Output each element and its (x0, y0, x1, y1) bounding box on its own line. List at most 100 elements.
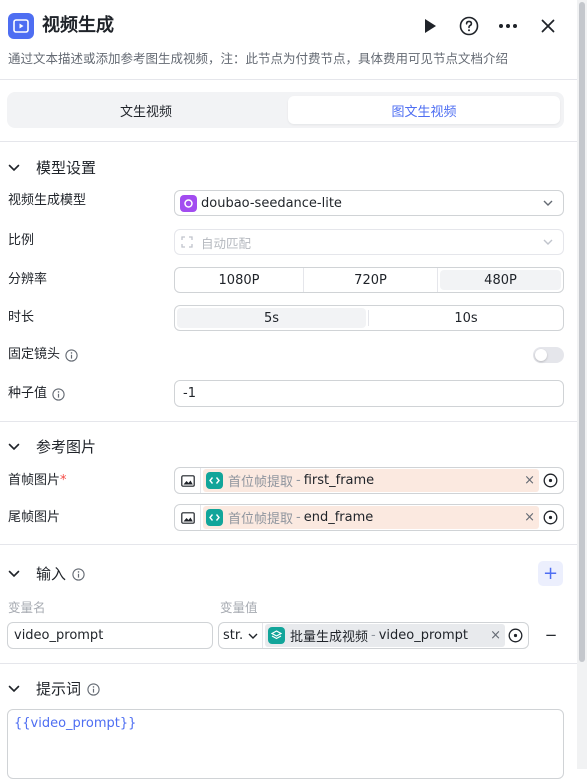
node-title: 视频生成 (42, 15, 114, 36)
fixed-camera-row: 固定镜头 (8, 346, 78, 364)
remove-variable-button[interactable]: × (490, 628, 501, 643)
required-mark: * (60, 473, 67, 488)
info-icon[interactable] (87, 682, 100, 696)
first-frame-label: 首帧图片 (8, 473, 61, 488)
chip-variable: first_frame (303, 473, 375, 488)
tab-image-text-to-video[interactable]: 图文生视频 (288, 96, 560, 124)
info-icon[interactable] (65, 348, 78, 362)
model-brand-icon (180, 194, 197, 212)
seed-row: 种子值 (8, 385, 65, 403)
ratio-select[interactable]: 自动匹配 (174, 229, 564, 255)
model-label: 视频生成模型 (8, 193, 87, 208)
resolution-option-720p[interactable]: 720P (304, 268, 438, 292)
duration-label: 时长 (8, 310, 35, 325)
type-value: str. (223, 628, 244, 643)
info-icon[interactable] (72, 567, 85, 581)
section-title: 输入 (36, 565, 67, 583)
duration-segmented: 5s 10s (174, 305, 564, 331)
help-button[interactable] (455, 12, 483, 40)
model-select[interactable]: doubao-seedance-lite (174, 190, 564, 216)
prompt-value: {{video_prompt}} (14, 716, 137, 731)
seed-label: 种子值 (8, 386, 48, 401)
ratio-value: 自动匹配 (201, 235, 252, 251)
variable-chip[interactable]: 首位帧提取 - first_frame × (203, 469, 539, 492)
chevron-down-icon (8, 443, 22, 451)
mode-tabs: 文生视频 图文生视频 (7, 92, 564, 128)
chip-variable: video_prompt (378, 628, 469, 643)
code-icon (206, 509, 223, 526)
chip-source: 批量生成视频 (290, 630, 369, 645)
chip-separator: - (371, 628, 376, 643)
section-title: 参考图片 (36, 438, 97, 456)
variable-chip[interactable]: 批量生成视频 - video_prompt × (265, 624, 505, 647)
seed-input[interactable]: -1 (174, 380, 564, 407)
divider (0, 79, 587, 80)
more-icon (499, 24, 517, 28)
layers-icon (268, 627, 285, 644)
chevron-down-icon (543, 239, 553, 245)
chevron-down-icon (8, 570, 22, 578)
delete-input-button[interactable]: − (542, 624, 560, 646)
divider (0, 421, 587, 422)
chevron-down-icon (8, 164, 22, 172)
column-header-value: 变量值 (220, 600, 258, 615)
image-icon (175, 468, 201, 493)
node-description: 通过文本描述或添加参考图生成视频，注：此节点为付费节点，具体费用可见节点文档介绍 (8, 51, 509, 66)
divider (0, 663, 587, 664)
run-button[interactable] (416, 12, 444, 40)
close-icon (541, 19, 555, 33)
last-frame-label: 尾帧图片 (8, 510, 61, 525)
variable-chip[interactable]: 首位帧提取 - end_frame × (203, 506, 539, 529)
ratio-label: 比例 (8, 233, 35, 248)
video-node-icon (8, 13, 34, 39)
first-frame-input[interactable]: 首位帧提取 - first_frame × (174, 467, 564, 494)
toggle-knob (535, 349, 547, 361)
reference-images-header[interactable]: 参考图片 (8, 437, 96, 457)
remove-variable-button[interactable]: × (524, 510, 535, 525)
chevron-down-icon (8, 685, 22, 693)
fixed-camera-toggle[interactable] (533, 347, 564, 363)
more-button[interactable] (494, 12, 522, 40)
fixed-camera-label: 固定镜头 (8, 347, 61, 362)
resolution-option-480p[interactable]: 480P (440, 270, 561, 290)
model-value: doubao-seedance-lite (201, 195, 342, 211)
chip-source: 首位帧提取 (228, 475, 294, 490)
add-input-button[interactable]: + (538, 561, 563, 586)
chip-separator: - (296, 510, 301, 525)
remove-variable-button[interactable]: × (524, 473, 535, 488)
variable-value-input[interactable]: str. 批量生成视频 - video_prompt × (218, 622, 529, 649)
section-title: 提示词 (36, 680, 82, 698)
chip-separator: - (296, 473, 301, 488)
image-icon (175, 505, 201, 530)
divider (0, 544, 587, 545)
duration-option-10s[interactable]: 10s (369, 306, 563, 330)
help-icon (459, 16, 479, 36)
prompt-header[interactable]: 提示词 (8, 679, 100, 699)
tab-text-to-video[interactable]: 文生视频 (11, 96, 281, 124)
scrollbar-thumb[interactable] (579, 2, 585, 662)
chevron-down-icon (248, 633, 258, 639)
inputs-header[interactable]: 输入 (8, 564, 85, 584)
duration-option-5s[interactable]: 5s (177, 308, 366, 328)
resolution-segmented: 1080P 720P 480P (174, 267, 564, 293)
code-icon (206, 472, 223, 489)
chevron-down-icon (543, 200, 553, 206)
info-icon[interactable] (52, 387, 65, 401)
run-icon (425, 19, 436, 33)
close-button[interactable] (534, 12, 562, 40)
first-frame-label-row: 首帧图片 * (8, 472, 67, 490)
section-title: 模型设置 (36, 159, 97, 177)
variable-picker-icon[interactable] (543, 473, 558, 488)
expand-icon (181, 236, 193, 248)
chip-variable: end_frame (303, 510, 374, 525)
variable-picker-icon[interactable] (508, 628, 523, 643)
resolution-option-1080p[interactable]: 1080P (175, 268, 304, 292)
variable-name-input[interactable]: video_prompt (7, 622, 213, 649)
variable-picker-icon[interactable] (543, 510, 558, 525)
chip-source: 首位帧提取 (228, 512, 294, 527)
divider (0, 141, 587, 142)
last-frame-input[interactable]: 首位帧提取 - end_frame × (174, 504, 564, 531)
type-select[interactable]: str. (219, 623, 263, 648)
model-settings-header[interactable]: 模型设置 (8, 158, 96, 178)
resolution-label: 分辨率 (8, 272, 48, 287)
